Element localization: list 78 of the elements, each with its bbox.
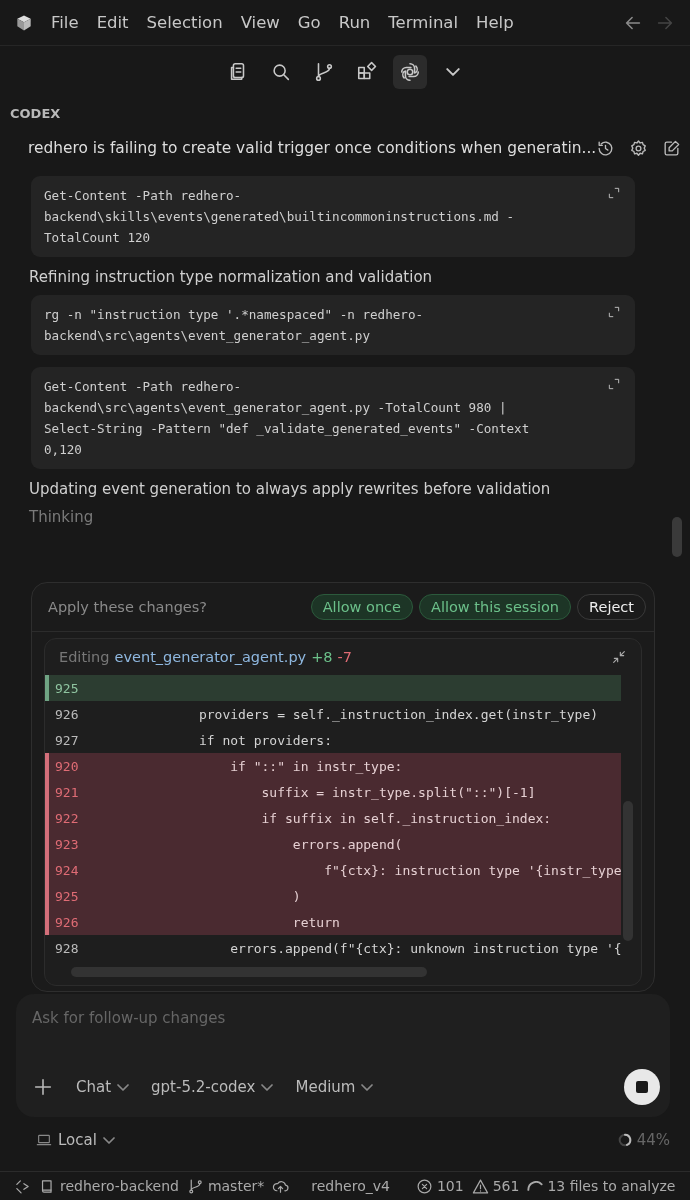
- removed-count: -7: [337, 649, 353, 665]
- code-text: providers = self._instruction_index.get(instr_type): [197, 706, 599, 722]
- menu-item[interactable]: Edit: [87, 13, 138, 32]
- editing-label: Editing: [59, 649, 110, 665]
- environment-dropdown[interactable]: Local: [36, 1131, 115, 1149]
- thread-title: redhero is failing to create valid trigger once conditions when generatin...: [28, 139, 597, 157]
- new-chat-icon[interactable]: [662, 138, 682, 158]
- code-text: suffix = instr_type.split("::")[-1]: [260, 784, 536, 800]
- expand-icon[interactable]: [607, 186, 621, 200]
- follow-up-field[interactable]: Ask for follow-up changes: [32, 1009, 654, 1027]
- command-text: Get-Content -Path redhero- backend\skills\events\generated\builtincommoninstructions.md - TotalCount 120: [44, 187, 516, 247]
- mode-dropdown[interactable]: Chat: [76, 1078, 130, 1096]
- line-number: 924: [54, 862, 80, 878]
- line-number: 926: [54, 914, 80, 930]
- line-number: 920: [54, 758, 80, 774]
- code-text: f"{ctx}: instruction type '{instr_type: [323, 862, 621, 878]
- expand-icon[interactable]: [607, 305, 621, 319]
- remote-icon[interactable]: [14, 1177, 31, 1195]
- toolbar-tab[interactable]: [392, 54, 427, 89]
- menu-item[interactable]: Go: [288, 13, 330, 32]
- status-item[interactable]: 13 files to analyze: [527, 1178, 676, 1194]
- chevron-down-icon: [361, 1083, 374, 1091]
- scrollbar-thumb[interactable]: [672, 517, 682, 557]
- code-text: errors.append(f"{ctx}: unknown instruction type '{: [229, 940, 621, 956]
- status-item[interactable]: master*: [186, 1177, 265, 1195]
- command-text: Get-Content -Path redhero- backend\src\agents\event_generator_agent.py -TotalCount 980 | Select-String -Pattern "def _validate_generated_events" -Context 0,120: [44, 378, 531, 459]
- chevron-down-icon: [102, 1136, 115, 1144]
- line-number: 926: [54, 706, 80, 722]
- chevron-down-icon: [117, 1083, 130, 1091]
- code-text: if not providers:: [197, 732, 332, 748]
- chevron-down-icon: [261, 1083, 274, 1091]
- laptop-icon: [36, 1132, 52, 1148]
- line-number: 925: [54, 888, 80, 904]
- thinking-status: Thinking: [29, 508, 95, 526]
- status-item[interactable]: 101: [415, 1177, 464, 1195]
- context-usage: 44%: [636, 1131, 670, 1149]
- branch-icon: [186, 1177, 204, 1195]
- code-text: if "::" in instr_type:: [229, 758, 403, 774]
- panel-label: CODEX: [10, 106, 61, 121]
- warning-icon: [471, 1177, 489, 1195]
- menu-item[interactable]: Run: [329, 13, 380, 32]
- line-number: 925: [54, 680, 80, 696]
- code-text: ): [291, 888, 301, 904]
- line-number: 923: [54, 836, 80, 852]
- spinner-icon: [527, 1181, 544, 1191]
- status-item[interactable]: 561: [471, 1177, 520, 1195]
- approval-prompt: Apply these changes?: [48, 599, 208, 615]
- file-name: event_generator_agent.py: [114, 649, 307, 665]
- error-icon: [415, 1177, 433, 1195]
- plus-icon[interactable]: [32, 1076, 54, 1098]
- code-text: if suffix in self._instruction_index:: [260, 810, 552, 826]
- menu-item[interactable]: Selection: [137, 13, 232, 32]
- line-number: 928: [54, 940, 80, 956]
- usage-ring-icon: [616, 1132, 633, 1148]
- allow-button[interactable]: Allow this session: [419, 594, 572, 620]
- allow-button[interactable]: Allow once: [310, 594, 413, 620]
- step-text: Refining instruction type normalization and validation: [29, 268, 434, 286]
- command-text: rg -n "instruction type '.*namespaced" -n redhero- backend\src\agents\event_generator_agent.py: [44, 306, 425, 345]
- line-number: 921: [54, 784, 80, 800]
- model-dropdown[interactable]: gpt-5.2-codex: [151, 1078, 274, 1096]
- code-text: return: [291, 914, 340, 930]
- settings-icon[interactable]: [629, 138, 649, 158]
- stop-button[interactable]: [624, 1069, 660, 1105]
- line-number: 922: [54, 810, 80, 826]
- chevron-down-icon: [445, 67, 460, 76]
- collapse-icon[interactable]: [611, 649, 627, 665]
- menu-item[interactable]: Help: [467, 13, 523, 32]
- menu-item[interactable]: Terminal: [379, 13, 468, 32]
- effort-dropdown[interactable]: Medium: [295, 1078, 374, 1096]
- line-number: 927: [54, 732, 80, 748]
- environment-name[interactable]: redhero_v4: [311, 1178, 390, 1194]
- status-item[interactable]: redhero-backend: [39, 1177, 179, 1195]
- code-text: errors.append(: [291, 836, 403, 852]
- menu-item[interactable]: File: [42, 13, 88, 32]
- added-count: +8: [311, 649, 333, 665]
- menu-item[interactable]: View: [231, 13, 289, 32]
- step-text: Updating event generation to always apply rewrites before validation: [29, 480, 552, 498]
- expand-icon[interactable]: [607, 377, 621, 391]
